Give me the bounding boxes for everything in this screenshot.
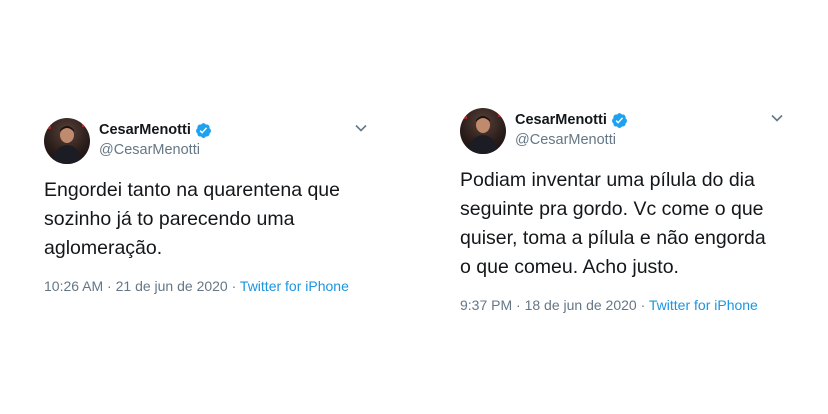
author-names: CesarMenotti @CesarMenotti: [515, 111, 628, 148]
chevron-down-icon[interactable]: [770, 111, 784, 125]
verified-badge-icon: [611, 112, 628, 129]
handle[interactable]: @CesarMenotti: [515, 132, 628, 148]
tweet-source-link[interactable]: Twitter for iPhone: [649, 297, 758, 313]
display-name[interactable]: CesarMenotti: [99, 122, 191, 138]
tweet-header: CesarMenotti @CesarMenotti: [44, 118, 404, 166]
avatar[interactable]: [460, 108, 506, 154]
tweet-time[interactable]: 9:37 PM: [460, 297, 512, 313]
tweet-time[interactable]: 10:26 AM: [44, 278, 103, 294]
tweet-meta: 9:37 PM · 18 de jun de 2020 · Twitter fo…: [460, 297, 820, 313]
tweet-header: CesarMenotti @CesarMenotti: [460, 108, 820, 156]
tweet-source-link[interactable]: Twitter for iPhone: [240, 278, 349, 294]
tweet-date[interactable]: 21 de jun de 2020: [116, 278, 228, 294]
display-name[interactable]: CesarMenotti: [515, 112, 607, 128]
tweet-card: CesarMenotti @CesarMenotti Podiam invent…: [460, 108, 820, 313]
avatar-photo: [48, 124, 85, 164]
avatar[interactable]: [44, 118, 90, 164]
meta-separator: ·: [231, 278, 237, 294]
meta-separator: ·: [640, 297, 646, 313]
tweet-card: CesarMenotti @CesarMenotti Engordei tant…: [44, 118, 404, 294]
tweet-text: Podiam inventar uma pílula do dia seguin…: [460, 169, 766, 278]
meta-separator: ·: [107, 278, 112, 294]
avatar-photo: [464, 114, 501, 154]
tweet-text: Engordei tanto na quarentena que sozinho…: [44, 179, 340, 259]
author-names: CesarMenotti @CesarMenotti: [99, 121, 212, 158]
verified-badge-icon: [195, 122, 212, 139]
meta-separator: ·: [516, 297, 521, 313]
handle[interactable]: @CesarMenotti: [99, 142, 212, 158]
tweet-meta: 10:26 AM · 21 de jun de 2020 · Twitter f…: [44, 278, 404, 294]
tweet-date[interactable]: 18 de jun de 2020: [525, 297, 637, 313]
chevron-down-icon[interactable]: [354, 121, 368, 135]
